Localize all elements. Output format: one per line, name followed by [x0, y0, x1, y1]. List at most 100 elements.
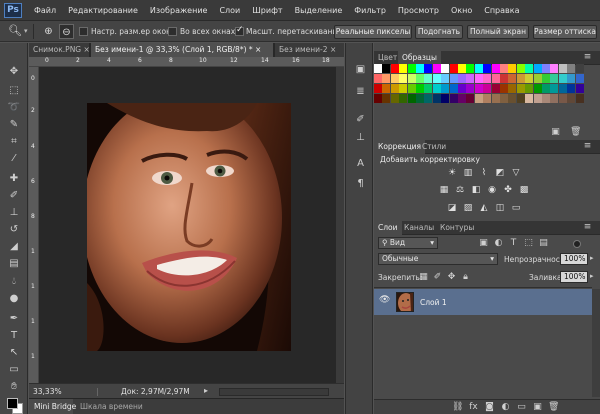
color-swatch[interactable] [483, 94, 492, 103]
zoom-level[interactable]: 33,33% [33, 387, 62, 396]
move-tool-icon[interactable]: ✥ [5, 64, 23, 80]
tab-swatches[interactable]: Образцы [398, 51, 441, 65]
lock-all-icon[interactable]: 🔒︎ [460, 272, 471, 283]
color-swatch[interactable] [474, 94, 483, 103]
menu-help[interactable]: Справка [478, 6, 525, 15]
swatches-grid[interactable] [374, 64, 588, 108]
color-swatch[interactable] [567, 94, 576, 103]
filter-shape-icon[interactable]: ⬚ [523, 238, 534, 249]
quick-select-tool-icon[interactable]: ✎ [5, 117, 23, 133]
color-swatch[interactable] [374, 84, 382, 93]
color-swatch[interactable] [575, 64, 584, 73]
brush-tool-icon[interactable]: ✐ [5, 188, 23, 204]
opacity-chevron-icon[interactable]: ▸ [590, 254, 594, 262]
color-swatch[interactable] [525, 94, 534, 103]
panel-menu-icon[interactable]: ≡ [582, 141, 593, 152]
color-swatch[interactable] [382, 64, 391, 73]
black-white-icon[interactable]: ◧ [470, 184, 482, 196]
new-group-icon[interactable]: ▭ [516, 402, 527, 413]
color-swatch[interactable] [550, 84, 559, 93]
brush-presets-icon[interactable]: ✐ [354, 113, 367, 126]
color-swatch[interactable] [449, 94, 458, 103]
type-tool-icon[interactable]: T [5, 328, 23, 344]
color-swatch[interactable] [483, 64, 492, 73]
color-swatch[interactable] [432, 64, 441, 73]
panel-menu-icon[interactable]: ≡ [582, 222, 593, 233]
color-swatch[interactable] [533, 64, 542, 73]
paragraph-icon[interactable]: ¶ [354, 177, 367, 190]
properties-icon[interactable]: ≣ [354, 85, 367, 98]
blur-tool-icon[interactable]: 💧︎ [5, 274, 23, 290]
color-swatch[interactable] [466, 74, 475, 83]
color-swatch[interactable] [441, 74, 450, 83]
color-swatch[interactable] [399, 84, 408, 93]
layers-scrollbar[interactable] [592, 289, 600, 397]
tab-timeline[interactable]: Шкала времени [75, 399, 165, 414]
menu-file[interactable]: Файл [28, 6, 62, 15]
color-swatch[interactable] [449, 74, 458, 83]
color-swatch[interactable] [483, 84, 492, 93]
color-swatch[interactable] [449, 64, 458, 73]
layer-name[interactable]: Слой 1 [420, 298, 447, 307]
color-swatch[interactable] [416, 74, 424, 83]
color-swatch[interactable] [474, 84, 483, 93]
gradient-map-icon[interactable]: ▭ [510, 202, 522, 214]
color-swatch[interactable] [491, 94, 500, 103]
color-swatch[interactable] [390, 74, 399, 83]
tab-untitled-1[interactable]: Без имени-1 @ 33,3% (Слой 1, RGB/8*) * × [91, 43, 273, 57]
channel-mixer-icon[interactable]: ✤ [502, 184, 514, 196]
menu-filter[interactable]: Фильтр [348, 6, 392, 15]
color-swatch[interactable] [449, 84, 458, 93]
color-swatch[interactable] [567, 64, 576, 73]
color-swatch[interactable] [558, 64, 567, 73]
color-swatch[interactable] [525, 64, 534, 73]
menu-type[interactable]: Шрифт [246, 6, 288, 15]
color-swatch[interactable] [508, 64, 517, 73]
filter-adjustment-icon[interactable]: ◐ [493, 238, 504, 249]
path-selection-tool-icon[interactable]: ↖ [5, 345, 23, 361]
menu-layer[interactable]: Слои [213, 6, 246, 15]
fill-input[interactable]: 100% [560, 271, 588, 283]
actual-pixels-button[interactable]: Реальные пикселы [334, 25, 412, 39]
photo-filter-icon[interactable]: ◉ [486, 184, 498, 196]
color-swatch[interactable] [382, 84, 391, 93]
history-brush-tool-icon[interactable]: ↺ [5, 222, 23, 238]
canvas-image[interactable] [87, 103, 291, 351]
color-swatch[interactable] [542, 64, 550, 73]
color-swatch[interactable] [516, 84, 525, 93]
filter-smart-object-icon[interactable]: ▤ [538, 238, 549, 249]
menu-window[interactable]: Окно [445, 6, 478, 15]
lock-image-icon[interactable]: ✐ [432, 272, 443, 283]
color-swatch[interactable] [542, 84, 550, 93]
color-swatch[interactable] [567, 74, 576, 83]
selective-color-icon[interactable]: ◫ [494, 202, 506, 214]
close-icon[interactable]: × [255, 45, 261, 54]
exposure-icon[interactable]: ◩ [494, 167, 506, 179]
print-size-button[interactable]: Размер оттиска [533, 25, 597, 39]
tab-channels[interactable]: Каналы [400, 221, 438, 235]
color-swatch[interactable] [441, 64, 450, 73]
horizontal-scrollbar[interactable] [219, 388, 329, 396]
color-swatch[interactable] [424, 74, 433, 83]
color-swatch[interactable] [432, 84, 441, 93]
menu-edit[interactable]: Редактирование [62, 6, 144, 15]
color-swatch[interactable] [466, 64, 475, 73]
color-swatch[interactable] [407, 94, 416, 103]
resize-windows-checkbox[interactable] [79, 27, 88, 36]
color-swatch[interactable] [458, 94, 466, 103]
visibility-eye-icon[interactable]: 👁︎ [379, 295, 390, 305]
tab-layers[interactable]: Слои [374, 221, 402, 235]
vibrance-icon[interactable]: ▽ [510, 167, 522, 179]
color-swatch[interactable] [550, 64, 559, 73]
filter-type-icon[interactable]: T [508, 238, 519, 249]
dodge-tool-icon[interactable]: ● [5, 291, 23, 307]
zoom-out-icon[interactable]: ⊖ [59, 24, 74, 39]
color-swatch[interactable] [508, 74, 517, 83]
color-swatch[interactable] [533, 74, 542, 83]
color-swatch[interactable] [542, 74, 550, 83]
color-swatch[interactable] [550, 74, 559, 83]
color-swatch[interactable] [382, 74, 391, 83]
blend-mode-dropdown[interactable]: Обычные ▾ [378, 253, 498, 265]
color-swatch[interactable] [474, 74, 483, 83]
scrubby-zoom-checkbox[interactable] [235, 25, 244, 36]
